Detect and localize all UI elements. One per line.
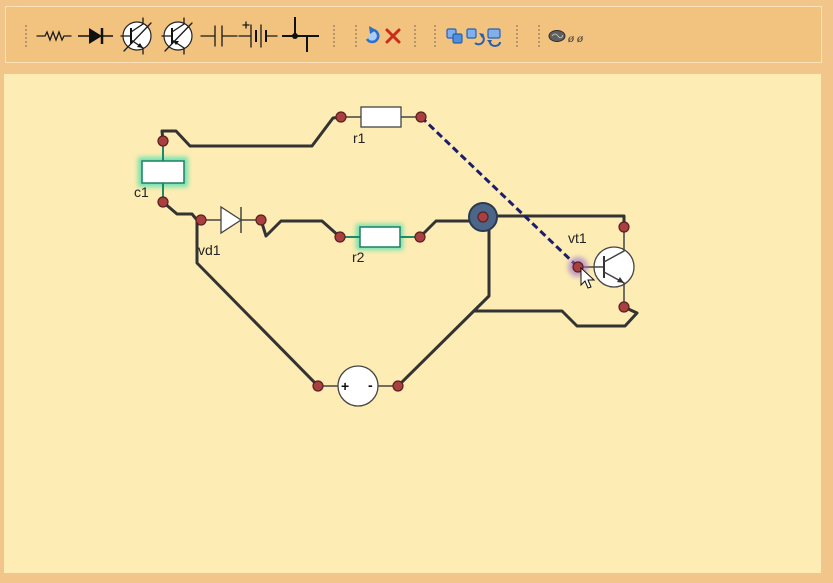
junction-tool-button[interactable] <box>280 16 321 54</box>
delete-button[interactable] <box>385 26 403 46</box>
component-r2[interactable]: r2 <box>334 224 426 265</box>
wire[interactable] <box>259 218 342 239</box>
wire[interactable] <box>161 200 203 222</box>
flip-icon <box>466 28 485 46</box>
wire[interactable] <box>160 115 343 148</box>
battery-tool-button[interactable] <box>238 19 278 51</box>
terminal[interactable] <box>414 231 426 243</box>
component-r1[interactable]: r1 <box>335 106 427 146</box>
brain-button[interactable] <box>548 30 566 42</box>
terminal[interactable] <box>618 221 630 233</box>
voltage-source[interactable]: + - <box>312 365 404 407</box>
component-label: r1 <box>353 130 366 146</box>
plus-sign: + <box>341 378 349 394</box>
component-c1[interactable]: c1 <box>134 135 188 208</box>
resistor-tool-button[interactable] <box>34 21 74 51</box>
pending-wire-dashed[interactable] <box>419 115 580 269</box>
npn-transistor-tool-button[interactable] <box>120 17 152 55</box>
circuit-canvas[interactable]: c1 r1 vd1 r2 vt1 + - <box>4 74 821 573</box>
component-label: r2 <box>352 249 365 265</box>
rotate-icon <box>487 28 501 47</box>
wire[interactable] <box>396 228 491 388</box>
copy-button[interactable] <box>446 28 463 44</box>
terminal[interactable] <box>255 214 267 226</box>
mouse-cursor <box>580 266 596 289</box>
copy-icon <box>446 28 463 44</box>
wire[interactable] <box>495 214 626 229</box>
terminal[interactable] <box>157 135 169 147</box>
undo-button[interactable] <box>364 26 382 46</box>
component-vd1[interactable]: vd1 <box>195 205 267 258</box>
wire[interactable] <box>472 305 639 328</box>
component-label: vt1 <box>568 230 587 246</box>
junction-node[interactable] <box>468 202 498 232</box>
toolbar-icons: ø ø <box>25 16 584 55</box>
capacitor-tool-button[interactable] <box>199 21 239 51</box>
terminal[interactable] <box>312 380 324 392</box>
npn-transistor-icon <box>120 17 152 55</box>
diode-tool-button[interactable] <box>76 21 116 51</box>
wire[interactable] <box>418 219 472 239</box>
pnp-transistor-icon <box>161 17 193 55</box>
terminal[interactable] <box>392 380 404 392</box>
terminal[interactable] <box>618 301 630 313</box>
extras-text[interactable]: ø ø <box>567 31 584 45</box>
terminal[interactable] <box>157 196 169 208</box>
rotate-button[interactable] <box>487 28 501 47</box>
brain-icon <box>548 30 566 42</box>
terminal[interactable] <box>195 214 207 226</box>
component-label: c1 <box>134 184 149 200</box>
terminal[interactable] <box>415 111 427 123</box>
flip-button[interactable] <box>466 28 485 46</box>
component-label: vd1 <box>198 242 221 258</box>
terminal[interactable] <box>335 111 347 123</box>
component-vt1[interactable]: vt1 <box>568 221 635 313</box>
pnp-transistor-tool-button[interactable] <box>161 17 193 55</box>
circuit-drawing: c1 r1 vd1 r2 vt1 + - <box>134 106 639 407</box>
toolbar: ø ø <box>5 6 822 63</box>
minus-sign: - <box>368 377 373 393</box>
terminal[interactable] <box>334 231 346 243</box>
